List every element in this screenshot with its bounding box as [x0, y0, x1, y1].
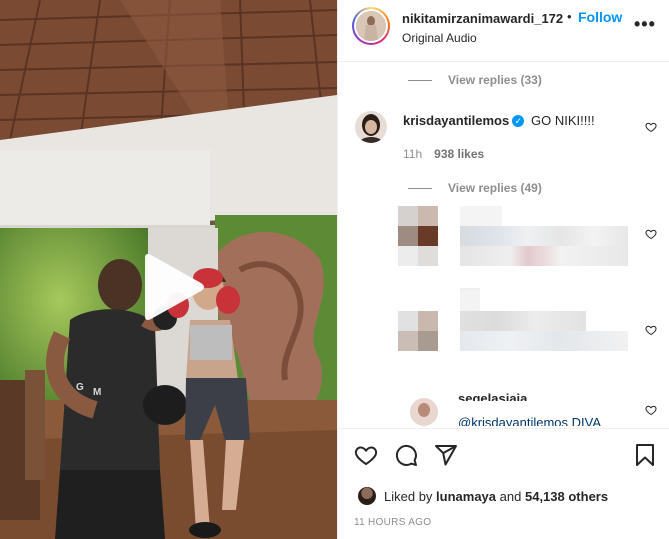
liked-by-and: and	[499, 489, 522, 504]
comment-like-icon[interactable]	[645, 228, 657, 240]
comment-like-icon[interactable]	[645, 324, 657, 336]
commenter-avatar[interactable]	[355, 111, 387, 143]
comment-icon[interactable]	[394, 443, 418, 467]
more-icon[interactable]: •••	[634, 14, 656, 35]
share-icon[interactable]	[434, 443, 458, 467]
liked-by-prefix: Liked by	[384, 489, 433, 504]
comment-time: 11h	[403, 147, 423, 161]
view-replies-link[interactable]: View replies (49)	[408, 181, 542, 195]
comment-mention[interactable]: @krisdayantilemos DIVA	[458, 415, 601, 426]
header-separator: •	[567, 9, 572, 24]
post-timestamp: 11 HOURS AGO	[354, 517, 432, 528]
svg-text:M: M	[93, 387, 101, 398]
author-avatar[interactable]	[352, 7, 390, 45]
post-media[interactable]: GM	[0, 0, 337, 539]
comments-list[interactable]: View replies (33) krisdayantilemos ✓ GO N…	[338, 63, 669, 426]
comment-username-text: krisdayantilemos	[403, 113, 510, 128]
likes-count[interactable]: 54,138 others	[525, 489, 608, 504]
author-username[interactable]: nikitamirzanimawardi_172	[402, 11, 564, 26]
verified-badge-icon: ✓	[512, 115, 525, 127]
post-actions: Liked by lunamaya and 54,138 others 11 H…	[338, 428, 669, 539]
post-panel: nikitamirzanimawardi_172 • Follow Origin…	[337, 0, 669, 539]
replies-divider	[408, 187, 432, 189]
view-replies-link[interactable]: View replies (33)	[408, 73, 542, 87]
svg-text:G: G	[76, 382, 84, 393]
liker-avatar[interactable]	[358, 487, 376, 505]
heart-icon[interactable]	[354, 443, 378, 467]
comment-meta: 11h 938 likes	[403, 147, 484, 161]
view-replies-label: View replies (33)	[448, 73, 542, 87]
post-header: nikitamirzanimawardi_172 • Follow Origin…	[338, 0, 669, 62]
comment-username[interactable]: segelasjaja	[458, 391, 527, 401]
audio-label[interactable]: Original Audio	[402, 31, 477, 45]
replies-divider	[408, 79, 432, 81]
view-replies-label: View replies (49)	[448, 181, 542, 195]
comment-like-icon[interactable]	[645, 404, 657, 416]
liked-by-user[interactable]: lunamaya	[436, 489, 496, 504]
comment-username[interactable]: krisdayantilemos ✓	[403, 113, 525, 128]
comment-like-icon[interactable]	[645, 121, 657, 133]
follow-button[interactable]: Follow	[578, 9, 622, 25]
bookmark-icon[interactable]	[634, 443, 656, 467]
comment-likes[interactable]: 938 likes	[434, 147, 484, 161]
play-icon[interactable]	[139, 252, 205, 322]
commenter-avatar[interactable]	[410, 398, 438, 426]
comment-text: GO NIKI!!!!	[531, 113, 595, 128]
likes-summary[interactable]: Liked by lunamaya and 54,138 others	[384, 489, 608, 504]
